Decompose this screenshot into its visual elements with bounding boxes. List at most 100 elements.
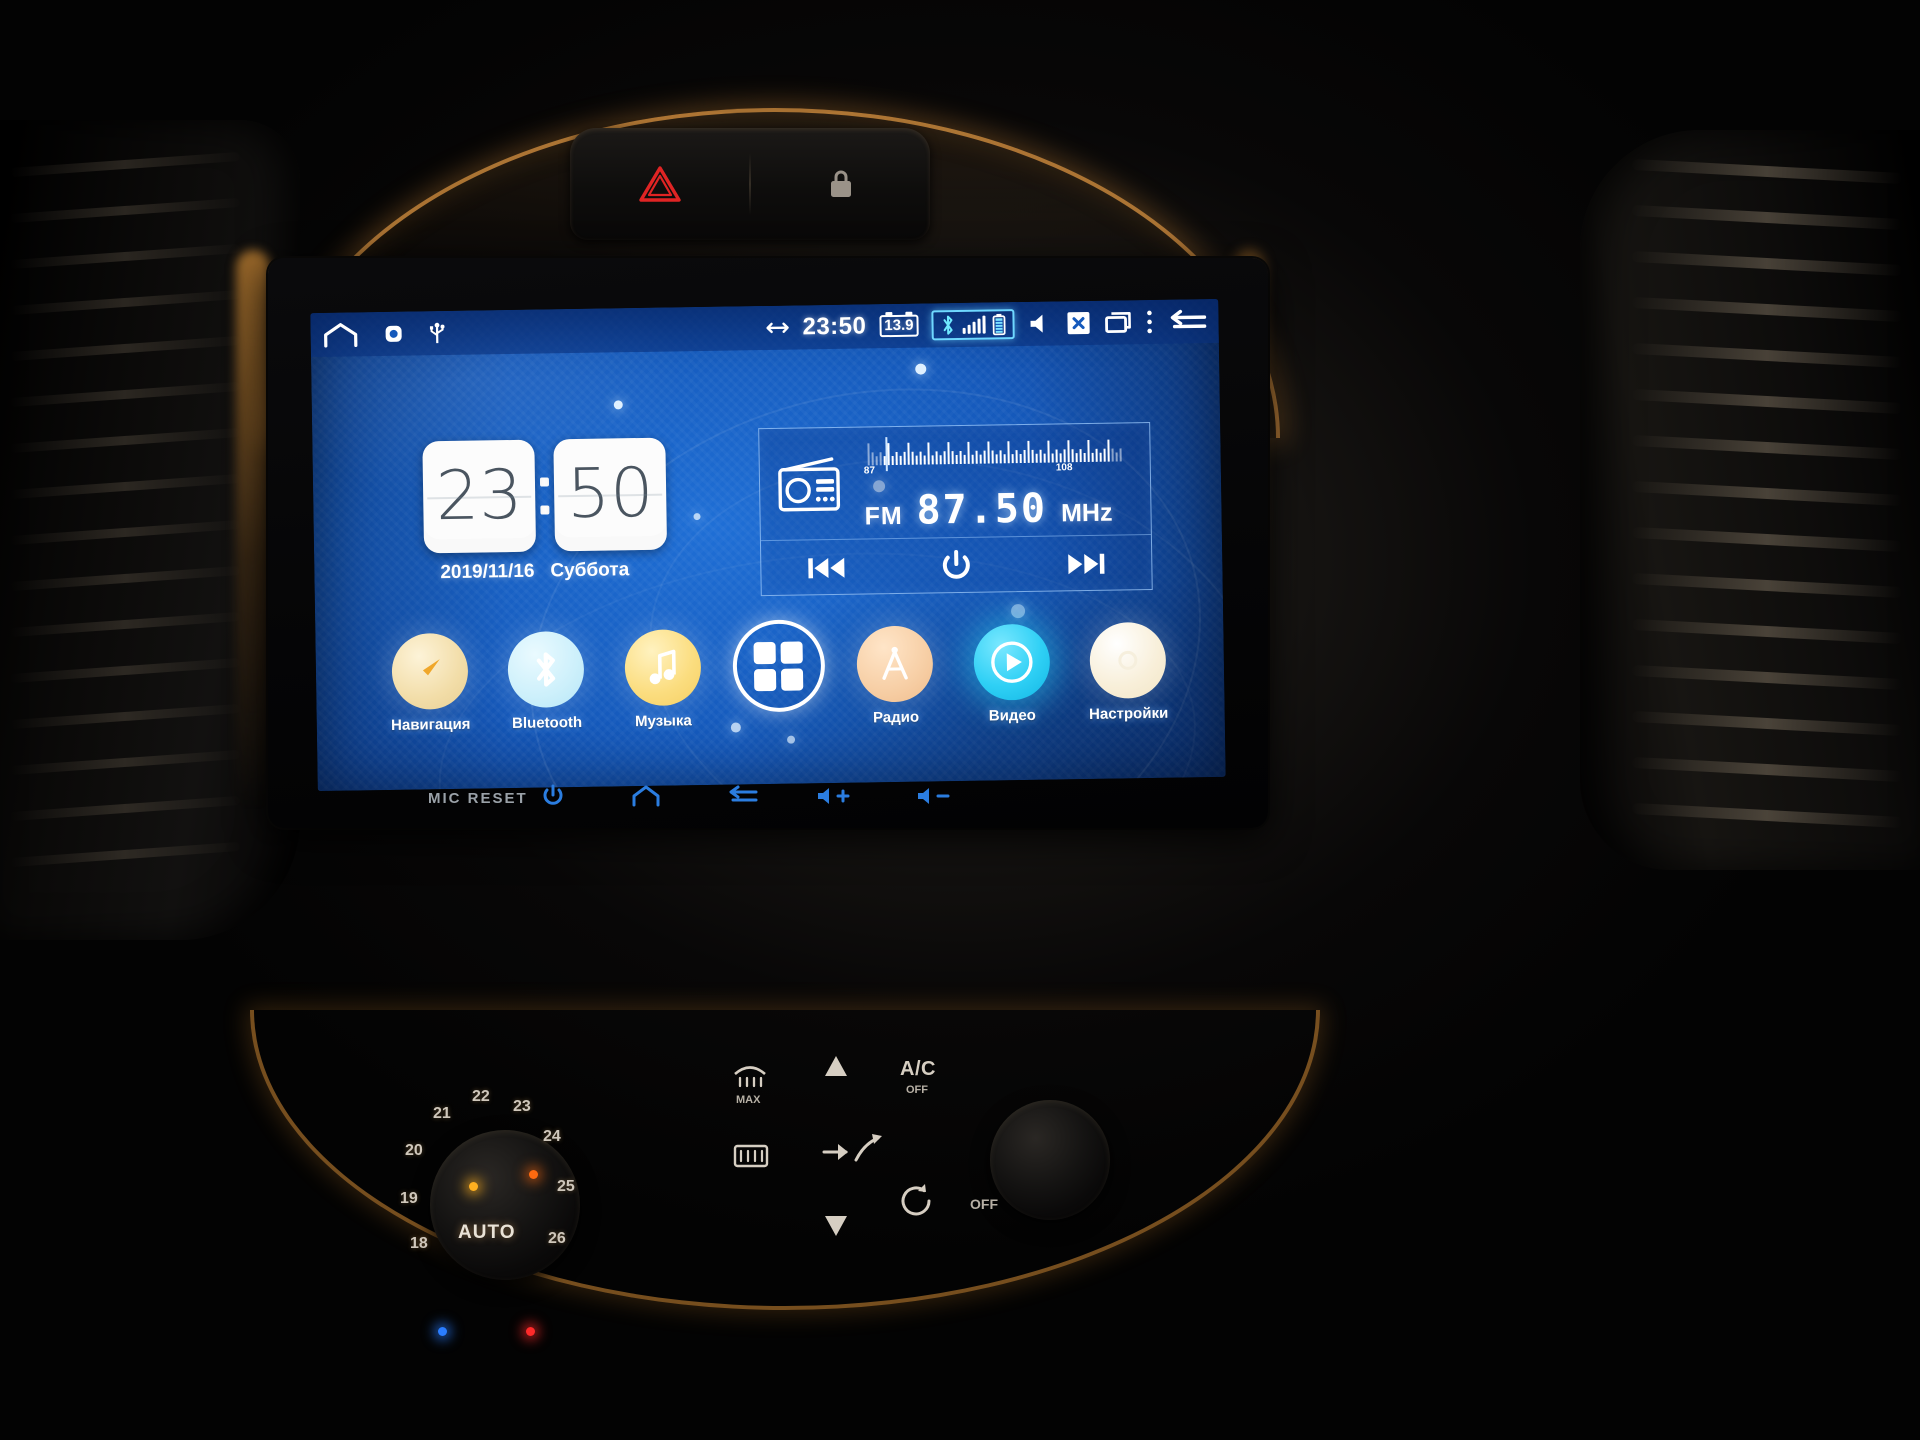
previous-track-icon <box>808 557 845 578</box>
auto-led <box>469 1182 478 1191</box>
wallpaper-bokeh-dot <box>1010 603 1026 619</box>
radio-frequency: 87.50 <box>916 485 1048 534</box>
temp-tick-18: 18 <box>410 1235 428 1252</box>
radio-frequency-unit: MHz <box>1060 498 1113 528</box>
dock-app-settings[interactable]: Настройки <box>1073 621 1183 724</box>
fan-down-button[interactable] <box>822 1210 850 1245</box>
head-unit-hard-keys: MIC RESET <box>268 774 1268 822</box>
dock-app-radio[interactable]: Радио <box>841 625 951 727</box>
vent-slat <box>9 335 241 362</box>
vent-slat <box>9 795 241 822</box>
central-lock-button[interactable] <box>751 128 930 240</box>
fan-speed-knob[interactable] <box>990 1100 1110 1220</box>
temp-led <box>529 1170 538 1179</box>
back-arrow-icon[interactable] <box>1166 308 1207 335</box>
hardkey-power[interactable] <box>542 784 564 813</box>
photo-of-car-dashboard: 23:50 13.9 23 50 2019/11/16 Суббота 87 1… <box>0 0 1920 1440</box>
right-air-vent <box>1580 130 1920 870</box>
recents-icon[interactable] <box>1104 310 1132 334</box>
tuner-scale[interactable] <box>867 431 1137 466</box>
power-icon <box>543 784 563 805</box>
hardkey-volume-up[interactable] <box>816 785 850 812</box>
connectivity-group <box>931 309 1015 341</box>
frequency-readout: FM 87.50 MHz <box>864 485 1113 535</box>
hot-led <box>526 1327 535 1336</box>
ac-label[interactable]: A/C <box>900 1058 936 1081</box>
hazard-button[interactable] <box>570 128 749 240</box>
radio-bubble <box>856 625 934 703</box>
clock-widget[interactable]: 23 50 2019/11/16 Суббота <box>422 437 668 585</box>
radio-display: 87 108 FM 87.50 MHz <box>759 422 1151 542</box>
wallpaper-bokeh-dot <box>693 513 701 521</box>
vent-slat <box>9 703 241 730</box>
power-icon <box>942 549 970 579</box>
hardkey-home[interactable] <box>632 785 660 812</box>
dock-label-settings: Настройки <box>1088 704 1169 723</box>
recirculate-button[interactable] <box>896 1182 936 1225</box>
back-icon <box>729 785 758 801</box>
dock-app-music[interactable]: Музыка <box>608 629 718 731</box>
rear-defrost-button[interactable] <box>732 1142 770 1177</box>
vent-slat <box>1631 572 1903 599</box>
home-icon[interactable] <box>322 321 358 348</box>
navigation-bubble <box>391 632 469 710</box>
hardkey-back[interactable] <box>726 785 758 812</box>
hardkey-volume-down[interactable] <box>916 785 950 812</box>
signal-bars-icon <box>962 315 986 334</box>
battery-icon <box>992 313 1006 336</box>
hazard-lock-button-pod <box>570 128 930 240</box>
defrost-max-label: MAX <box>736 1094 761 1106</box>
volume-icon[interactable] <box>1027 312 1052 336</box>
app-badge-icon[interactable] <box>384 325 402 343</box>
temp-tick-25: 25 <box>557 1178 575 1195</box>
cold-led <box>438 1327 447 1336</box>
bluetooth-icon[interactable] <box>940 314 955 336</box>
dock-label-music: Музыка <box>634 712 692 731</box>
dock-label-navigation: Навигация <box>390 715 471 734</box>
usb-icon <box>429 322 445 344</box>
ac-state-label: OFF <box>906 1084 928 1096</box>
dock-app-video[interactable]: Видео <box>957 623 1067 725</box>
touchscreen[interactable]: 23:50 13.9 23 50 2019/11/16 Суббота 87 1… <box>310 298 1226 792</box>
home-icon <box>632 785 660 806</box>
dock-app-navigation[interactable]: Навигация <box>375 632 485 734</box>
vent-slat <box>1631 526 1903 553</box>
flip-clock: 23 50 <box>422 437 668 554</box>
auto-label: AUTO <box>458 1222 516 1243</box>
front-defrost-button[interactable] <box>730 1058 770 1097</box>
radio-prev-button[interactable] <box>761 553 891 583</box>
dock-app-bluetooth[interactable]: Bluetooth <box>492 630 602 733</box>
recirculate-icon <box>901 1184 931 1216</box>
next-track-icon <box>1068 553 1105 574</box>
vent-slat <box>1631 480 1903 507</box>
vent-slat <box>9 151 241 178</box>
volume-up-icon <box>818 787 850 804</box>
radio-widget[interactable]: 87 108 FM 87.50 MHz <box>758 421 1153 597</box>
temperature-knob[interactable] <box>430 1130 580 1280</box>
dock-label-radio: Радио <box>872 708 920 727</box>
vent-slat <box>9 841 241 868</box>
radio-power-button[interactable] <box>891 548 1022 584</box>
antenna-icon <box>882 646 909 680</box>
music-bubble <box>623 629 702 707</box>
vent-slat <box>1631 710 1903 737</box>
vent-slat <box>1631 618 1903 645</box>
recirculate-off-label: OFF <box>970 1196 998 1212</box>
vent-slat <box>9 519 241 546</box>
vent-slat <box>1631 296 1903 323</box>
radio-next-button[interactable] <box>1021 548 1151 578</box>
close-box-icon[interactable] <box>1065 310 1091 336</box>
vent-slat <box>9 197 241 224</box>
dock-app-drawer[interactable] <box>724 619 833 720</box>
compass-icon <box>422 659 440 676</box>
tuner-scale-max: 108 <box>1055 462 1073 474</box>
temp-tick-24: 24 <box>543 1128 561 1145</box>
fan-up-button[interactable] <box>822 1052 850 1087</box>
front-defrost-icon <box>734 1066 766 1088</box>
airflow-mode-icon <box>822 1134 882 1162</box>
temp-tick-20: 20 <box>405 1142 423 1159</box>
airflow-mode-button[interactable] <box>820 1130 890 1175</box>
overflow-menu-icon[interactable] <box>1145 309 1153 335</box>
vent-slat <box>9 381 241 408</box>
status-bar-clock: 23:50 <box>802 312 867 341</box>
